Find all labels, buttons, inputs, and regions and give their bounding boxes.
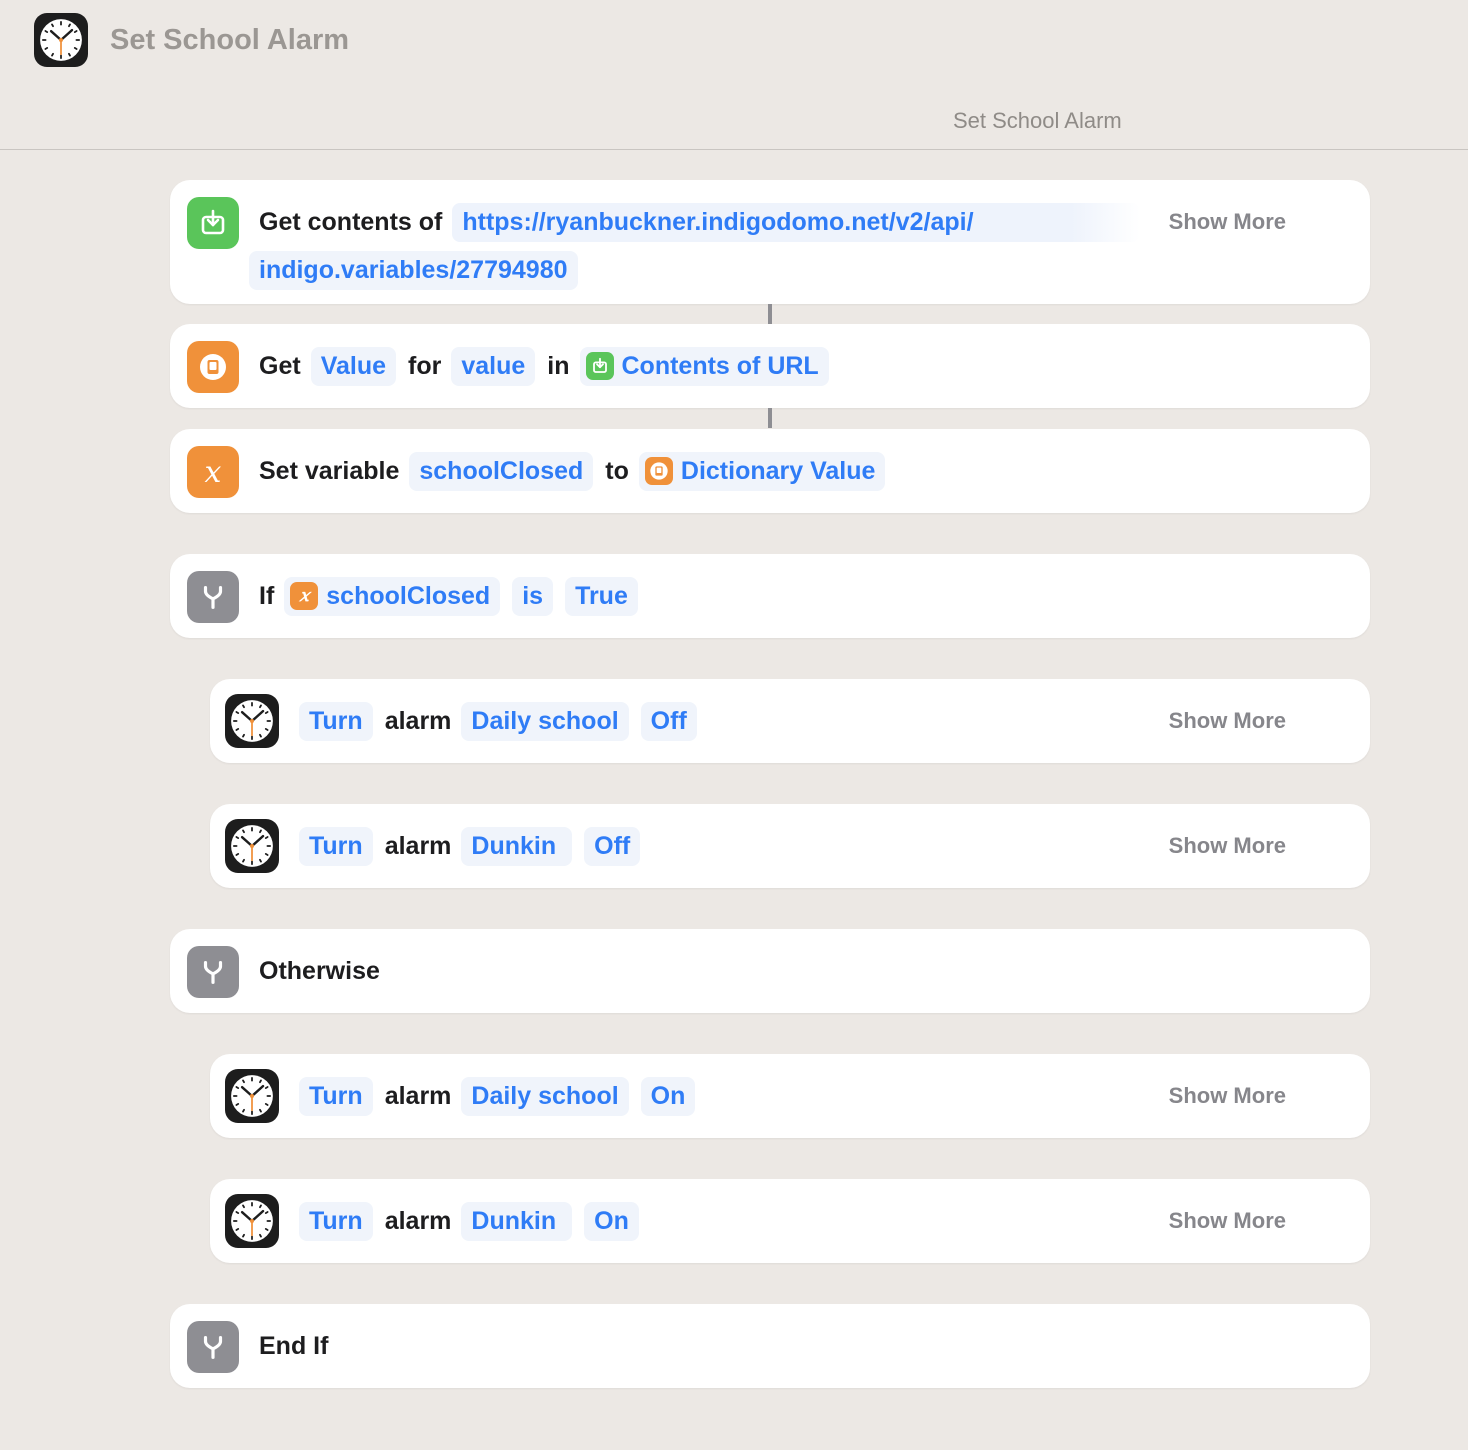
for-label: for [408, 351, 442, 380]
branch-icon [187, 1321, 239, 1373]
action-get-dictionary-value[interactable]: Get Value for value in Contents of URL [170, 324, 1370, 408]
alarm-name-token[interactable]: Dunkin [461, 826, 573, 866]
condition-variable-label: schoolClosed [326, 581, 491, 610]
branch-icon [187, 946, 239, 998]
get-label: Get [259, 351, 301, 380]
show-more-button[interactable]: Show More [1169, 1208, 1286, 1234]
alarm-name-token[interactable]: Daily school [461, 701, 629, 741]
variable-icon: 𝑥 [290, 582, 319, 610]
turn-token[interactable]: Turn [299, 1201, 373, 1241]
variable-source-token[interactable]: Dictionary Value [638, 451, 886, 491]
flow-connector [768, 408, 772, 428]
alarm-state-token[interactable]: On [640, 1076, 696, 1116]
show-more-button[interactable]: Show More [1169, 1083, 1286, 1109]
alarm-label: alarm [384, 706, 452, 735]
alarm-name-token[interactable]: Daily school [461, 1076, 629, 1116]
alarm-label: alarm [384, 1206, 452, 1235]
action-set-variable[interactable]: 𝑥 Set variable schoolClosed to Dictionar… [170, 429, 1370, 513]
key-token[interactable]: value [451, 346, 536, 386]
action-toggle-alarm[interactable]: Turn alarm Dunkin On Show More [210, 1179, 1370, 1263]
to-label: to [605, 456, 629, 485]
url-token-line2[interactable]: indigo.variables/27794980 [249, 250, 578, 290]
source-token-label: Contents of URL [621, 351, 819, 380]
window-title: Set School Alarm [110, 24, 350, 56]
dictionary-icon [644, 457, 673, 485]
action-toggle-alarm[interactable]: Turn alarm Dunkin Off Show More [210, 804, 1370, 888]
condition-value-token[interactable]: True [565, 576, 638, 616]
download-icon [585, 352, 614, 380]
branch-icon [187, 571, 239, 623]
clock-icon [34, 13, 88, 67]
alarm-state-token[interactable]: On [584, 1201, 639, 1241]
clock-icon [225, 819, 279, 873]
action-if[interactable]: If 𝑥 schoolClosed is True [170, 554, 1370, 638]
clock-icon [225, 694, 279, 748]
end-if-label: End If [259, 1331, 329, 1360]
url-token-line1[interactable]: https://ryanbuckner.indigodomo.net/v2/ap… [452, 202, 1141, 242]
clock-icon [225, 1194, 279, 1248]
set-variable-label: Set variable [259, 456, 400, 485]
show-more-button[interactable]: Show More [1169, 833, 1286, 859]
get-contents-label: Get contents of [259, 207, 443, 236]
otherwise-label: Otherwise [259, 956, 380, 985]
alarm-name-token[interactable]: Dunkin [461, 1201, 573, 1241]
source-token[interactable]: Contents of URL [579, 346, 829, 386]
variable-name-token[interactable]: schoolClosed [409, 451, 594, 491]
download-icon [187, 197, 239, 249]
action-toggle-alarm[interactable]: Turn alarm Daily school On Show More [210, 1054, 1370, 1138]
clock-icon [225, 1069, 279, 1123]
turn-token[interactable]: Turn [299, 1076, 373, 1116]
action-otherwise[interactable]: Otherwise [170, 929, 1370, 1013]
alarm-state-token[interactable]: Off [584, 826, 641, 866]
turn-token[interactable]: Turn [299, 826, 373, 866]
value-type-token[interactable]: Value [310, 346, 397, 386]
alarm-label: alarm [384, 1081, 452, 1110]
turn-token[interactable]: Turn [299, 701, 373, 741]
variable-source-label: Dictionary Value [680, 456, 876, 485]
condition-variable-token[interactable]: 𝑥 schoolClosed [284, 576, 501, 616]
dictionary-icon [187, 341, 239, 393]
show-more-button[interactable]: Show More [1169, 209, 1286, 235]
if-label: If [259, 581, 275, 610]
action-toggle-alarm[interactable]: Turn alarm Daily school Off Show More [210, 679, 1370, 763]
show-more-button[interactable]: Show More [1169, 708, 1286, 734]
title-bar: Set School Alarm Set School Alarm [0, 0, 1468, 150]
window-subtitle: Set School Alarm [953, 108, 1122, 133]
in-label: in [547, 351, 570, 380]
action-end-if[interactable]: End If [170, 1304, 1370, 1388]
condition-operator-token[interactable]: is [512, 576, 554, 616]
alarm-label: alarm [384, 831, 452, 860]
variable-icon: 𝑥 [187, 446, 239, 498]
flow-connector [768, 304, 772, 324]
action-get-contents[interactable]: Get contents of https://ryanbuckner.indi… [170, 180, 1370, 304]
alarm-state-token[interactable]: Off [640, 701, 697, 741]
